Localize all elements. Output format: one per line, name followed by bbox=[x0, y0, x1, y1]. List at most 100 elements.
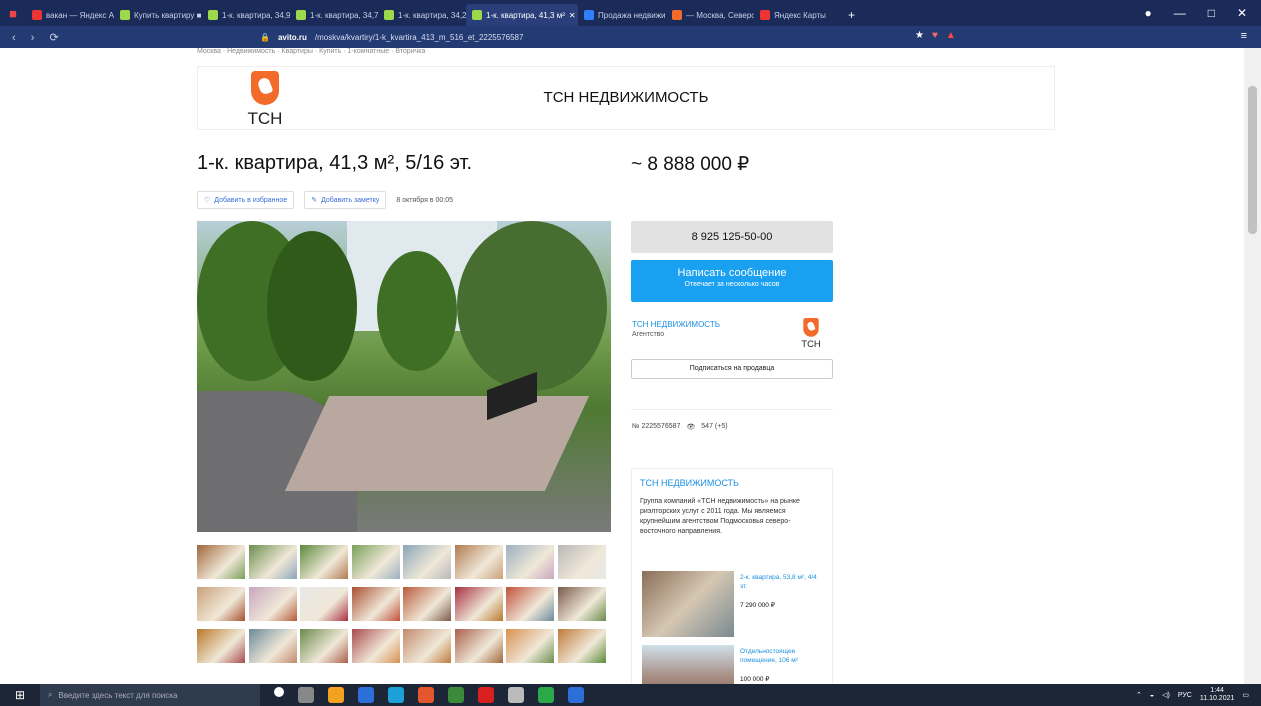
agency-banner[interactable]: ТСН ТСН НЕДВИЖИМОСТЬ bbox=[197, 66, 1055, 130]
page-scrollbar[interactable] bbox=[1244, 48, 1261, 684]
tab-label: 1-к. квартира, 34,7 м², 9 bbox=[310, 10, 378, 20]
volume-icon[interactable]: ◁) bbox=[1162, 691, 1170, 699]
seller-logo[interactable]: ТСН bbox=[800, 318, 822, 349]
photo-thumbnail[interactable] bbox=[248, 629, 297, 663]
tab-favicon-icon bbox=[672, 10, 682, 20]
photo-thumbnail[interactable] bbox=[300, 629, 348, 663]
taskbar-search[interactable]: ⌕ Введите здесь текст для поиска bbox=[40, 684, 260, 706]
photo-thumbnail[interactable] bbox=[197, 545, 245, 579]
photo-thumbnail[interactable] bbox=[454, 545, 503, 579]
photo-thumbnail[interactable] bbox=[454, 587, 503, 621]
subscribe-seller-button[interactable]: Подписаться на продавца bbox=[631, 359, 833, 379]
browser-menu-icon[interactable]: ■ bbox=[0, 0, 26, 26]
photo-thumbnail[interactable] bbox=[351, 629, 400, 663]
browser-tab-bar: ■ вакан — Яндекс Авито Купить квартиру ■ … bbox=[0, 0, 1261, 26]
photo-thumbnail[interactable] bbox=[557, 587, 606, 621]
scrollbar-thumb[interactable] bbox=[1248, 86, 1257, 234]
browser-menu-button[interactable]: ≡ bbox=[1241, 30, 1247, 42]
edge-icon[interactable] bbox=[388, 687, 404, 703]
photo-thumbnail[interactable] bbox=[403, 545, 451, 579]
tab-favicon-icon bbox=[584, 10, 594, 20]
browser-tab[interactable]: Продажа недвижимости bbox=[578, 4, 666, 26]
task-view-icon[interactable] bbox=[298, 687, 314, 703]
tray-up-icon[interactable]: ⌃ bbox=[1136, 691, 1142, 699]
notifications-icon[interactable]: ▭ bbox=[1242, 691, 1249, 699]
nav-buttons[interactable]: ‹ › ⟳ bbox=[0, 31, 90, 44]
app-icon[interactable] bbox=[538, 687, 554, 703]
url-domain: avito.ru bbox=[277, 32, 307, 42]
add-note-button[interactable]: ✎ Добавить заметку bbox=[304, 191, 387, 209]
photo-thumbnail[interactable] bbox=[351, 587, 400, 621]
maximize-button[interactable]: □ bbox=[1208, 6, 1215, 20]
photo-thumbnail[interactable] bbox=[351, 545, 400, 579]
photo-thumbnail[interactable] bbox=[197, 629, 245, 663]
agency-card: ТСН НЕДВИЖИМОСТЬ Группа компаний «ТСН не… bbox=[631, 468, 833, 684]
lang-indicator[interactable]: РУС bbox=[1178, 692, 1192, 699]
show-phone-button[interactable]: 8 925 125-50-00 bbox=[631, 221, 833, 253]
offer-title[interactable]: Отдельностоящее помещение, 106 м² bbox=[740, 647, 820, 665]
offer-title[interactable]: 2-к. квартира, 53,8 м², 4/4 эт. bbox=[740, 573, 820, 591]
cortana-icon[interactable] bbox=[274, 687, 284, 697]
browser-tab[interactable]: вакан — Яндекс Авито bbox=[26, 4, 114, 26]
pdf-icon[interactable] bbox=[478, 687, 494, 703]
photo-thumbnail[interactable] bbox=[300, 587, 348, 621]
photo-thumbnail[interactable] bbox=[197, 587, 245, 621]
extension-icon[interactable]: ♥ bbox=[932, 30, 938, 41]
browser-tab[interactable]: Купить квартиру ■ в Мо bbox=[114, 4, 202, 26]
close-tab-icon[interactable]: ✕ bbox=[569, 11, 576, 20]
seller-name-link[interactable]: ТСН НЕДВИЖИМОСТЬ bbox=[632, 320, 720, 329]
browser-tab[interactable]: Яндекс Карты bbox=[754, 4, 842, 26]
browser-tab[interactable]: 1-к. квартира, 41,3 м² ✕ bbox=[466, 4, 578, 26]
offer-image[interactable] bbox=[642, 571, 734, 637]
bookmark-icon[interactable]: ★ bbox=[915, 30, 924, 41]
extensions[interactable]: ★ ♥ ▲ bbox=[915, 30, 956, 41]
offer-price: 100 000 ₽ bbox=[740, 676, 770, 683]
word-icon[interactable] bbox=[358, 687, 374, 703]
photo-thumbnail[interactable] bbox=[557, 629, 606, 663]
close-button[interactable]: ✕ bbox=[1237, 6, 1247, 20]
new-tab-button[interactable]: + bbox=[842, 4, 882, 26]
photo-thumbnail[interactable] bbox=[454, 629, 503, 663]
tab-label: — Москва, Северодворск bbox=[686, 10, 754, 20]
add-favorite-button[interactable]: ♡ Добавить в избранное bbox=[197, 191, 295, 209]
photo-thumbnail[interactable] bbox=[300, 545, 348, 579]
clock[interactable]: 1:44 11.10.2021 bbox=[1200, 687, 1235, 703]
agency-offer[interactable]: Отдельностоящее помещение, 106 м² 100 00… bbox=[642, 645, 832, 684]
page-content: Москва · Недвижимость · Квартиры · Купит… bbox=[0, 48, 1244, 684]
seller-info: ТСН НЕДВИЖИМОСТЬ Агентство bbox=[632, 320, 720, 338]
offer-image[interactable] bbox=[642, 645, 734, 684]
photo-thumbnail[interactable] bbox=[248, 545, 297, 579]
app-icon[interactable] bbox=[568, 687, 584, 703]
url-field[interactable]: 🔒 avito.ru /moskva/kvartiry/1-k_kvartira… bbox=[260, 33, 523, 42]
system-tray: ⌃ ◒ ◁) РУС 1:44 11.10.2021 ▭ bbox=[1136, 687, 1261, 703]
main-photo[interactable] bbox=[197, 221, 611, 532]
browser-tab[interactable]: — Москва, Северодворск bbox=[666, 4, 754, 26]
browser-tab[interactable]: 1-к. квартира, 34,9 м² 5 bbox=[202, 4, 290, 26]
photo-thumbnail[interactable] bbox=[506, 587, 554, 621]
breadcrumb[interactable]: Москва · Недвижимость · Квартиры · Купит… bbox=[197, 48, 425, 55]
tab-favicon-icon bbox=[384, 10, 394, 20]
photo-tree bbox=[457, 221, 607, 391]
app-icon[interactable] bbox=[508, 687, 524, 703]
photo-thumbnail[interactable] bbox=[557, 545, 606, 579]
agency-card-name[interactable]: ТСН НЕДВИЖИМОСТЬ bbox=[640, 478, 739, 488]
app-icon[interactable] bbox=[448, 687, 464, 703]
minimize-button[interactable]: — bbox=[1174, 6, 1186, 20]
profile-icon[interactable]: ● bbox=[1144, 6, 1151, 20]
photo-thumbnail[interactable] bbox=[403, 587, 451, 621]
browser-tab[interactable]: 1-к. квартира, 34,2 м², 9 bbox=[378, 4, 466, 26]
tab-favicon-icon bbox=[472, 10, 482, 20]
photo-thumbnail[interactable] bbox=[506, 629, 554, 663]
photo-thumbnail[interactable] bbox=[403, 629, 451, 663]
app-icon[interactable] bbox=[328, 687, 344, 703]
taskbar-apps bbox=[274, 687, 584, 703]
windows-start-icon[interactable]: ⊞ bbox=[0, 688, 40, 702]
write-message-button[interactable]: Написать сообщение Отвечает за несколько… bbox=[631, 260, 833, 302]
browser-tab[interactable]: 1-к. квартира, 34,7 м², 9 bbox=[290, 4, 378, 26]
network-icon[interactable]: ◒ bbox=[1150, 692, 1154, 699]
agency-offer[interactable]: 2-к. квартира, 53,8 м², 4/4 эт. 7 290 00… bbox=[642, 571, 832, 641]
photo-thumbnail[interactable] bbox=[248, 587, 297, 621]
browser-icon[interactable] bbox=[418, 687, 434, 703]
alert-icon[interactable]: ▲ bbox=[946, 30, 956, 41]
photo-thumbnail[interactable] bbox=[506, 545, 554, 579]
